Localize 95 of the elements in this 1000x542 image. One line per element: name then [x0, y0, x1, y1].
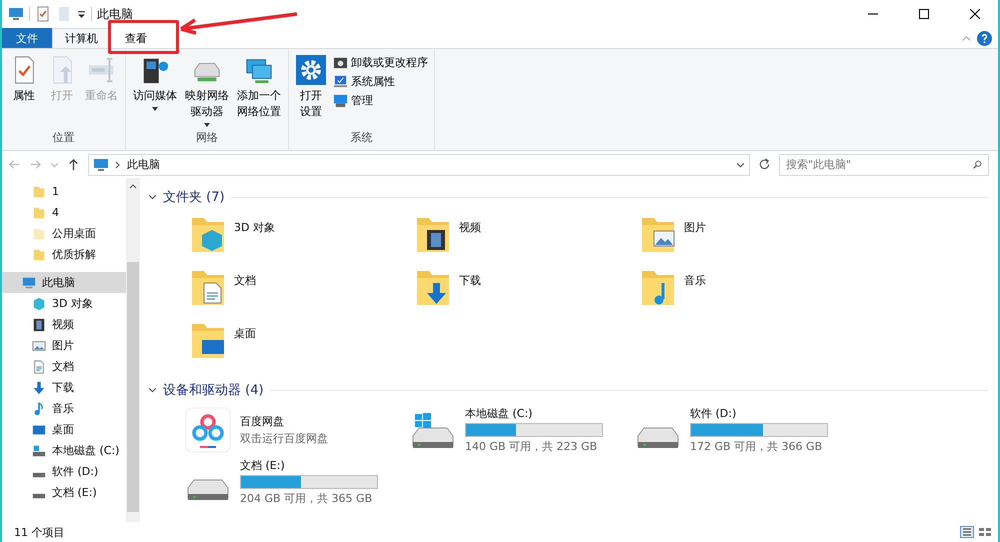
- computer-icon: [93, 156, 109, 172]
- nav-pane-item[interactable]: 3D 对象: [2, 293, 126, 314]
- folder-item[interactable]: 视频: [413, 214, 638, 261]
- folder-item[interactable]: 音乐: [638, 267, 863, 314]
- document-icon: [32, 360, 46, 374]
- folder-item[interactable]: 3D 对象: [188, 214, 413, 261]
- nav-pane-item[interactable]: 1: [2, 181, 126, 202]
- close-icon: [970, 9, 980, 19]
- ribbon-tab[interactable]: 查看: [111, 28, 161, 48]
- nav-pane-item[interactable]: 文档: [2, 356, 126, 377]
- nav-pane-item[interactable]: 优质拆解: [2, 244, 126, 265]
- drive-name: 本地磁盘 (C:): [465, 406, 534, 421]
- ribbon-button[interactable]: 打开 设置: [293, 53, 329, 130]
- address-bar[interactable]: 此电脑: [88, 154, 750, 176]
- ribbon-small-button[interactable]: 管理: [331, 93, 430, 108]
- ribbon-group-label: 网络: [195, 130, 219, 146]
- window-title: 此电脑: [97, 6, 133, 22]
- image-icon: [32, 338, 46, 352]
- ribbon-button[interactable]: 添加一个 网络位置: [234, 53, 284, 130]
- help-icon[interactable]: [977, 30, 992, 46]
- monitor-icon: [22, 276, 36, 290]
- section-header[interactable]: 设备和驱动器 (4): [148, 381, 988, 399]
- drive-name: 文档 (E:): [240, 458, 286, 473]
- computer-icon: [333, 93, 348, 108]
- ribbon-group-label: 位置: [52, 130, 76, 146]
- software-box-icon: [333, 55, 348, 70]
- monitor-check-icon: [333, 74, 348, 89]
- drive-detail: 172 GB 可用，共 366 GB: [690, 439, 824, 454]
- drive-icon: [32, 493, 46, 498]
- cube-icon: [32, 296, 46, 310]
- ribbon-button[interactable]: 映射网络 驱动器: [182, 53, 232, 130]
- item-count: 11 个项目: [14, 524, 64, 540]
- folder-icon: [32, 226, 46, 240]
- music-note-icon: [32, 402, 46, 416]
- folder-item[interactable]: 图片: [638, 214, 863, 261]
- folder-icon: [32, 206, 46, 220]
- nav-pane-item[interactable]: 此电脑: [2, 272, 126, 293]
- chevron-down-icon: [736, 160, 745, 169]
- collapse-icon[interactable]: [962, 34, 971, 42]
- nav-pane-item[interactable]: 桌面: [2, 419, 126, 440]
- drive-icon: [638, 428, 678, 448]
- drive-icon: [188, 480, 228, 500]
- down-arrow-icon: [32, 380, 46, 394]
- ribbon-small-button[interactable]: 卸载或更改程序: [331, 55, 430, 70]
- chevron-down-icon: [148, 386, 157, 394]
- checkmark-page-icon[interactable]: [35, 6, 51, 22]
- folder-icon: [32, 248, 46, 262]
- folder-item[interactable]: 下载: [413, 267, 638, 314]
- up-arrow-icon[interactable]: [67, 158, 80, 171]
- ribbon-tab[interactable]: 计算机: [52, 28, 111, 48]
- cloud-app-icon: [186, 408, 230, 452]
- drive-detail: 204 GB 可用，共 365 GB: [240, 491, 374, 506]
- section-header[interactable]: 文件夹 (7): [148, 188, 988, 206]
- desktop-icon: [32, 422, 46, 436]
- refresh-icon[interactable]: [758, 158, 771, 171]
- nav-pane-item[interactable]: 音乐: [2, 398, 126, 419]
- nav-pane-item[interactable]: 公用桌面: [2, 223, 126, 244]
- drive-detail: 140 GB 可用，共 223 GB: [465, 439, 598, 454]
- folder-item[interactable]: 文档: [188, 267, 413, 314]
- computer-icon: [8, 6, 24, 22]
- ribbon-button[interactable]: 属性: [6, 53, 42, 130]
- address-path: 此电脑: [127, 157, 160, 172]
- ribbon-group-label: 系统: [350, 130, 374, 146]
- nav-pane-item[interactable]: 本地磁盘 (C:): [2, 440, 126, 461]
- dropdown-icon[interactable]: [77, 10, 86, 18]
- ribbon-small-button[interactable]: 系统属性: [331, 74, 430, 89]
- ribbon-button[interactable]: 访问媒体: [130, 53, 180, 130]
- film-icon: [32, 318, 46, 332]
- nav-pane-item[interactable]: 文档 (E:): [2, 482, 126, 503]
- ribbon-tab[interactable]: 文件: [2, 28, 52, 48]
- folder-item[interactable]: 桌面: [188, 320, 413, 367]
- drive-name: 软件 (D:): [690, 406, 738, 421]
- nav-pane-item[interactable]: 下载: [2, 377, 126, 398]
- drive-icon: [32, 444, 46, 458]
- search-icon: [973, 160, 982, 168]
- details-view-icon[interactable]: [960, 526, 974, 538]
- search-field[interactable]: 搜索"此电脑": [779, 154, 989, 176]
- drive-item[interactable]: 文档 (E:) 204 GB 可用，共 365 GB: [184, 459, 413, 505]
- nav-pane-item[interactable]: 图片: [2, 335, 126, 356]
- drive-icon: [32, 472, 46, 477]
- chevron-right-icon: [115, 160, 121, 168]
- rename-field-icon: [86, 55, 116, 85]
- scrollbar[interactable]: [126, 178, 140, 522]
- folder-icon: [32, 184, 46, 198]
- chevron-down-icon: [148, 192, 157, 202]
- drive-name: 百度网盘: [240, 414, 285, 429]
- tiles-view-icon[interactable]: [978, 526, 992, 538]
- drive-icon: [412, 413, 454, 448]
- drive-detail: 双击运行百度网盘: [240, 431, 328, 446]
- nav-pane-item[interactable]: 软件 (D:): [2, 461, 126, 482]
- scroll-up-icon[interactable]: [129, 183, 137, 189]
- nav-pane-item[interactable]: 视频: [2, 314, 126, 335]
- nav-pane-item[interactable]: 4: [2, 202, 126, 223]
- maximize-icon: [919, 9, 929, 19]
- gear-icon: [296, 55, 326, 85]
